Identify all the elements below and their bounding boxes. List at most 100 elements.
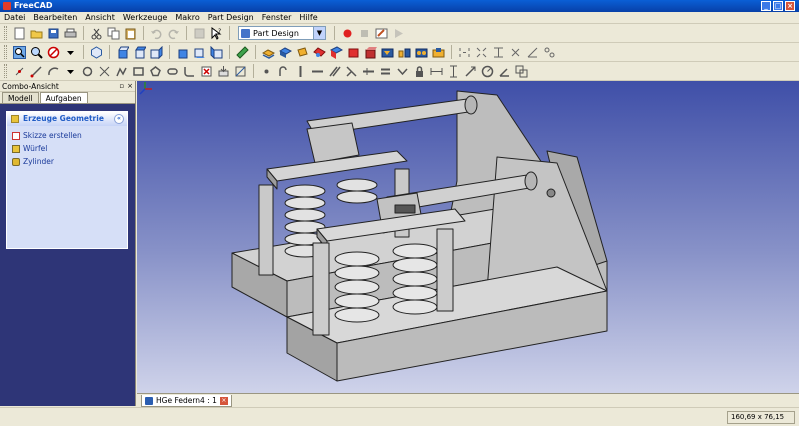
chevron-down-icon[interactable] bbox=[63, 45, 78, 60]
task-box-header[interactable]: Erzeuge Geometrie « bbox=[7, 112, 127, 126]
draw-style-icon[interactable] bbox=[46, 45, 61, 60]
multi-transform-icon[interactable] bbox=[431, 45, 446, 60]
task-item-zylinder[interactable]: Zylinder bbox=[12, 155, 127, 168]
document-tab[interactable]: HGe Federn4 : 1 × bbox=[141, 395, 232, 407]
top-icon[interactable] bbox=[132, 45, 147, 60]
task-item-wuerfel[interactable]: Würfel bbox=[12, 142, 127, 155]
mirror-icon[interactable] bbox=[380, 45, 395, 60]
vertical-distance-icon[interactable] bbox=[446, 64, 461, 79]
coincident-icon[interactable] bbox=[259, 64, 274, 79]
radius-icon[interactable] bbox=[508, 45, 523, 60]
undo-icon[interactable] bbox=[149, 26, 164, 41]
paste-icon[interactable] bbox=[123, 26, 138, 41]
revolve-icon[interactable] bbox=[295, 45, 310, 60]
linear-pattern-icon[interactable] bbox=[397, 45, 412, 60]
close-panel-button[interactable]: × bbox=[127, 81, 133, 92]
point-on-object-icon[interactable] bbox=[276, 64, 291, 79]
slot-icon[interactable] bbox=[165, 64, 180, 79]
fillet-sketch-icon[interactable] bbox=[182, 64, 197, 79]
isometric-icon[interactable] bbox=[89, 45, 104, 60]
zoom-fit-icon[interactable] bbox=[12, 45, 27, 60]
construction-icon[interactable] bbox=[233, 64, 248, 79]
toolbar-grip[interactable] bbox=[4, 64, 7, 78]
edit-macro-icon[interactable] bbox=[374, 26, 389, 41]
horizontal-distance-icon[interactable] bbox=[457, 45, 472, 60]
workbench-selector[interactable]: Part Design ▼ bbox=[238, 26, 326, 40]
external-icon[interactable] bbox=[216, 64, 231, 79]
collapse-icon[interactable]: « bbox=[114, 114, 124, 124]
tab-aufgaben[interactable]: Aufgaben bbox=[39, 92, 88, 103]
save-icon[interactable] bbox=[46, 26, 61, 41]
redo-icon[interactable] bbox=[166, 26, 181, 41]
close-button[interactable]: × bbox=[785, 1, 795, 11]
pocket-icon[interactable] bbox=[278, 45, 293, 60]
maximize-button[interactable]: □ bbox=[773, 1, 783, 11]
lock-icon[interactable] bbox=[412, 64, 427, 79]
menu-bearbeiten[interactable]: Bearbeiten bbox=[29, 12, 81, 24]
rear-icon[interactable] bbox=[175, 45, 190, 60]
horizontal-icon[interactable] bbox=[310, 64, 325, 79]
rectangle-icon[interactable] bbox=[131, 64, 146, 79]
print-icon[interactable] bbox=[63, 26, 78, 41]
close-icon[interactable]: × bbox=[219, 396, 228, 405]
chevron-down-icon[interactable]: ▼ bbox=[313, 27, 325, 39]
angle-icon[interactable] bbox=[497, 64, 512, 79]
polyline-icon[interactable] bbox=[114, 64, 129, 79]
task-item-skizze[interactable]: Skizze erstellen bbox=[12, 129, 127, 142]
draft-icon[interactable] bbox=[363, 45, 378, 60]
cut-icon[interactable] bbox=[89, 26, 104, 41]
angle-icon[interactable] bbox=[525, 45, 540, 60]
tab-modell[interactable]: Modell bbox=[2, 92, 39, 103]
bottom-icon[interactable] bbox=[192, 45, 207, 60]
polar-pattern-icon[interactable] bbox=[414, 45, 429, 60]
groove-icon[interactable] bbox=[312, 45, 327, 60]
circle-icon[interactable] bbox=[80, 64, 95, 79]
trim-icon[interactable] bbox=[199, 64, 214, 79]
vertical-distance-icon[interactable] bbox=[474, 45, 489, 60]
copy-icon[interactable] bbox=[106, 26, 121, 41]
front-icon[interactable] bbox=[115, 45, 130, 60]
horizontal-distance-icon[interactable] bbox=[429, 64, 444, 79]
snell-icon[interactable] bbox=[542, 45, 557, 60]
menu-makro[interactable]: Makro bbox=[171, 12, 203, 24]
vertical-icon[interactable] bbox=[293, 64, 308, 79]
equal-icon[interactable] bbox=[378, 64, 393, 79]
menu-ansicht[interactable]: Ansicht bbox=[81, 12, 119, 24]
length-icon[interactable] bbox=[463, 64, 478, 79]
arc-icon[interactable] bbox=[46, 64, 61, 79]
measure-icon[interactable] bbox=[235, 45, 250, 60]
whats-this-icon[interactable]: ? bbox=[209, 26, 224, 41]
internal-alignment-icon[interactable] bbox=[514, 64, 529, 79]
float-panel-button[interactable]: ▫ bbox=[119, 81, 124, 92]
3d-viewport[interactable] bbox=[137, 81, 799, 393]
menu-datei[interactable]: Datei bbox=[3, 12, 29, 24]
perpendicular-icon[interactable] bbox=[344, 64, 359, 79]
length-icon[interactable] bbox=[491, 45, 506, 60]
chamfer-icon[interactable] bbox=[346, 45, 361, 60]
open-icon[interactable] bbox=[29, 26, 44, 41]
point-icon[interactable] bbox=[12, 64, 27, 79]
right-icon[interactable] bbox=[149, 45, 164, 60]
refresh-icon[interactable] bbox=[192, 26, 207, 41]
line-icon[interactable] bbox=[29, 64, 44, 79]
menu-hilfe[interactable]: Hilfe bbox=[295, 12, 321, 24]
toolbar-grip[interactable] bbox=[4, 45, 7, 59]
pad-icon[interactable] bbox=[261, 45, 276, 60]
menu-fenster[interactable]: Fenster bbox=[258, 12, 296, 24]
left-icon[interactable] bbox=[209, 45, 224, 60]
fillet-icon[interactable] bbox=[329, 45, 344, 60]
polygon-icon[interactable] bbox=[148, 64, 163, 79]
chevron-down-icon[interactable] bbox=[63, 64, 78, 79]
symmetric-icon[interactable] bbox=[395, 64, 410, 79]
parallel-icon[interactable] bbox=[327, 64, 342, 79]
tangent-icon[interactable] bbox=[361, 64, 376, 79]
zoom-selection-icon[interactable] bbox=[29, 45, 44, 60]
menu-werkzeuge[interactable]: Werkzeuge bbox=[119, 12, 171, 24]
record-macro-icon[interactable] bbox=[340, 26, 355, 41]
minimize-button[interactable]: _ bbox=[761, 1, 771, 11]
radius-icon[interactable] bbox=[480, 64, 495, 79]
new-icon[interactable] bbox=[12, 26, 27, 41]
toolbar-grip[interactable] bbox=[4, 26, 7, 40]
menu-part-design[interactable]: Part Design bbox=[204, 12, 258, 24]
run-macro-icon[interactable] bbox=[391, 26, 406, 41]
